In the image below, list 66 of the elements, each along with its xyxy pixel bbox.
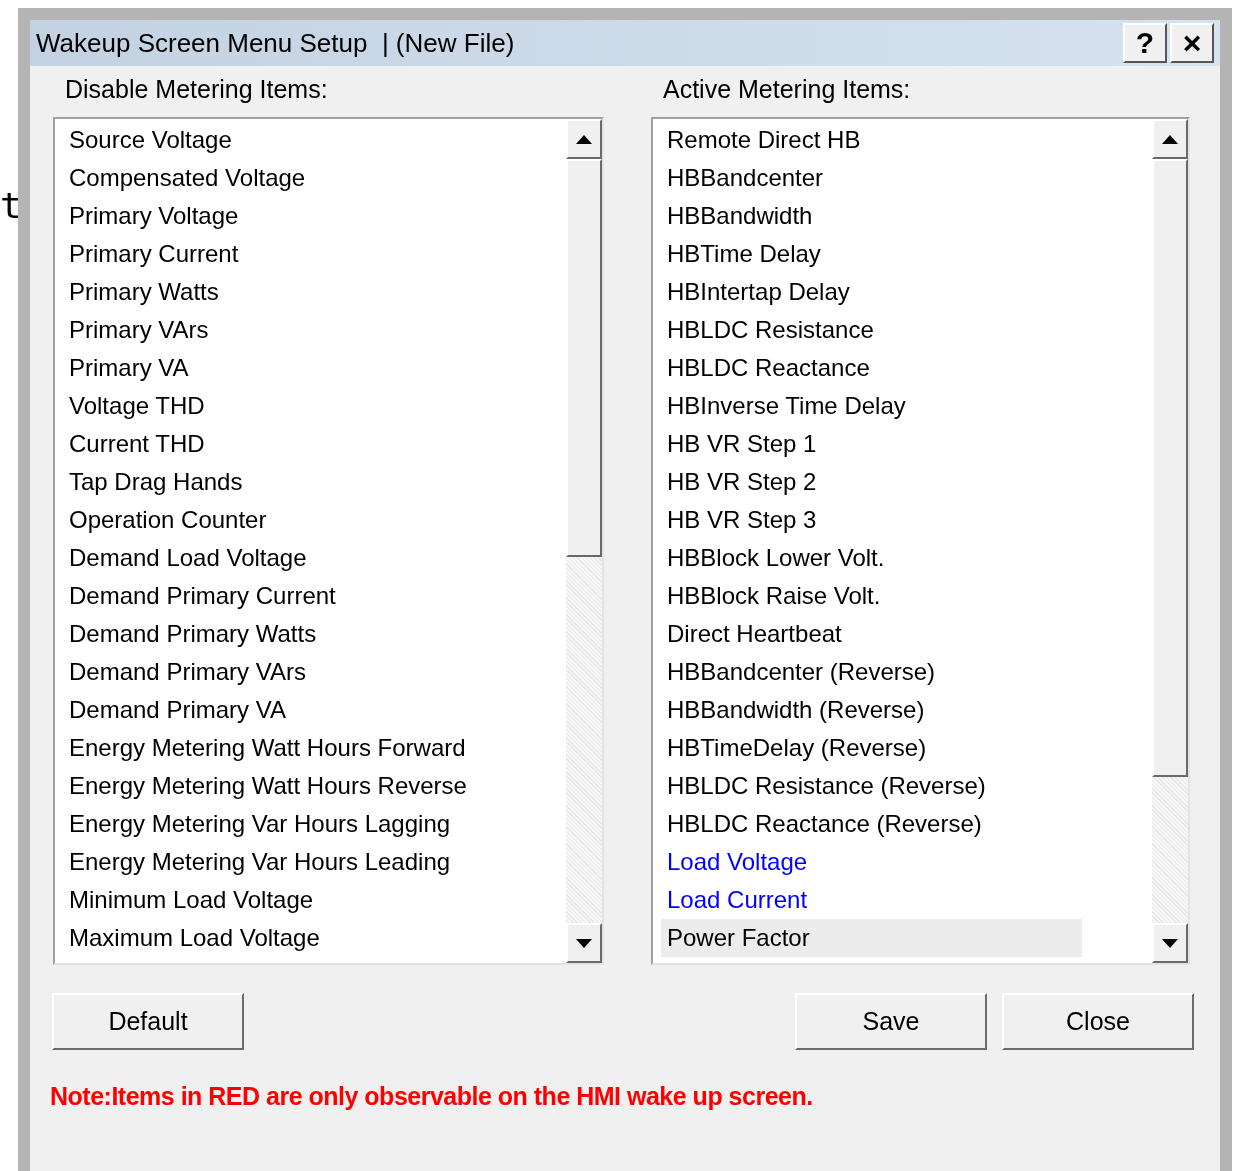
list-item[interactable]: Tap Drag Hands [63, 463, 496, 501]
list-item[interactable]: Demand Primary VA [63, 691, 496, 729]
up-arrow-icon [576, 134, 592, 144]
list-item[interactable]: HBBlock Raise Volt. [661, 577, 1082, 615]
list-item[interactable]: Primary Voltage [63, 197, 496, 235]
list-item[interactable]: Demand Load Voltage [63, 539, 496, 577]
list-item[interactable]: Primary Current [63, 235, 496, 273]
list-item[interactable]: Energy Metering Var Hours Lagging [63, 805, 496, 843]
list-item[interactable]: Load Voltage [661, 843, 1082, 881]
scroll-thumb[interactable] [1152, 159, 1188, 777]
window-title: Wakeup Screen Menu Setup | (New File) [36, 26, 516, 60]
list-item[interactable]: Energy Metering Var Hours Leading [63, 843, 496, 881]
list-item[interactable]: HB VR Step 1 [661, 425, 1082, 463]
default-button[interactable]: Default [52, 993, 244, 1050]
list-item[interactable]: Primary Watts [63, 273, 496, 311]
list-item[interactable]: HB VR Step 2 [661, 463, 1082, 501]
list-item[interactable]: Compensated Voltage [63, 159, 496, 197]
list-item[interactable]: HBTime Delay [661, 235, 1082, 273]
list-item[interactable]: HBLDC Reactance (Reverse) [661, 805, 1082, 843]
list-item[interactable]: Source Voltage [63, 121, 496, 159]
close-button[interactable]: Close [1002, 993, 1194, 1050]
list-item[interactable]: HBBandwidth [661, 197, 1082, 235]
list-item[interactable]: Minimum Load Voltage [63, 881, 496, 919]
list-item[interactable]: Current THD [63, 425, 496, 463]
list-item[interactable]: Demand Primary Current [63, 577, 496, 615]
scroll-up-button[interactable] [1152, 119, 1188, 159]
list-item[interactable]: Energy Metering Watt Hours Reverse [63, 767, 496, 805]
list-item[interactable]: Demand Primary Watts [63, 615, 496, 653]
up-arrow-icon [1162, 134, 1178, 144]
down-arrow-icon [1162, 938, 1178, 948]
list-item[interactable]: Primary VA [63, 349, 496, 387]
scrollbar[interactable] [1152, 119, 1188, 963]
list-item[interactable]: HBBandcenter [661, 159, 1082, 197]
list-item[interactable]: Remote Direct HB [661, 121, 1082, 159]
list-item[interactable]: Maximum Load Voltage [63, 919, 496, 957]
list-item[interactable]: HBTimeDelay (Reverse) [661, 729, 1082, 767]
list-label: Disable Metering Items: [64, 74, 329, 105]
list-item[interactable]: HBLDC Resistance (Reverse) [661, 767, 1082, 805]
list-item[interactable]: HBBandwidth (Reverse) [661, 691, 1082, 729]
list-item[interactable]: Demand Primary VArs [63, 653, 496, 691]
list-item[interactable]: HBIntertap Delay [661, 273, 1082, 311]
list-item[interactable]: Operation Counter [63, 501, 496, 539]
list-item[interactable]: Energy Metering Watt Hours Forward [63, 729, 496, 767]
list-item[interactable]: Direct Heartbeat [661, 615, 1082, 653]
list-label: Active Metering Items: [662, 74, 912, 105]
list-item[interactable]: HB VR Step 3 [661, 501, 1082, 539]
scrollbar[interactable] [566, 119, 602, 963]
scroll-down-button[interactable] [1152, 923, 1188, 963]
down-arrow-icon [576, 938, 592, 948]
list-item[interactable]: HBBandcenter (Reverse) [661, 653, 1082, 691]
scroll-thumb[interactable] [566, 159, 602, 557]
save-button[interactable]: Save [795, 993, 987, 1050]
scroll-up-button[interactable] [566, 119, 602, 159]
close-button[interactable]: × [1170, 23, 1214, 63]
list-item[interactable]: HBInverse Time Delay [661, 387, 1082, 425]
background-text: t [0, 188, 22, 224]
list-item[interactable]: HBLDC Reactance [661, 349, 1082, 387]
list-item[interactable]: Primary VArs [63, 311, 496, 349]
list-item[interactable]: HBLDC Resistance [661, 311, 1082, 349]
list-item[interactable]: Power Factor [661, 919, 1082, 957]
list-item[interactable]: Voltage THD [63, 387, 496, 425]
list-item[interactable]: Load Current [661, 881, 1082, 919]
help-button[interactable]: ? [1123, 23, 1167, 63]
scroll-down-button[interactable] [566, 923, 602, 963]
list-item[interactable]: HBBlock Lower Volt. [661, 539, 1082, 577]
note-text: Note:Items in RED are only observable on the HMI wake up screen. [50, 1082, 813, 1110]
